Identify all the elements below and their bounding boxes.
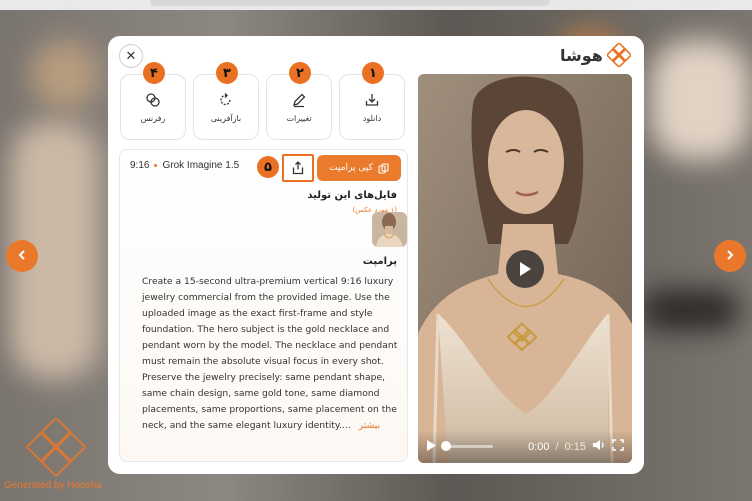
generation-meta: 9:16 Grok Imagine 1.5 <box>130 160 239 171</box>
regenerate-icon <box>220 92 231 105</box>
separator-dot <box>154 164 158 167</box>
chevron-left-icon <box>16 247 28 265</box>
play-icon <box>427 439 436 451</box>
fullscreen-button[interactable] <box>612 439 624 454</box>
download-label: دانلود <box>362 113 382 123</box>
watermark: Generated by Hoosha <box>4 418 108 494</box>
edit-button[interactable]: ۲ تغییرات <box>266 62 332 140</box>
time-separator: / <box>555 440 559 453</box>
next-arrow-button[interactable] <box>714 240 746 272</box>
play-icon <box>520 262 531 276</box>
prompt-body: Create a 15-second ultra-premium vertica… <box>142 276 398 431</box>
read-more-link[interactable]: بیشتر <box>359 420 380 431</box>
fullscreen-icon <box>612 439 624 451</box>
copy-prompt-label: کپی پرامپت <box>329 163 373 173</box>
close-icon: ✕ <box>125 48 137 64</box>
file-thumbnail[interactable] <box>372 212 407 247</box>
browser-topbar <box>0 0 752 10</box>
copy-prompt-button[interactable]: کپی پرامپت <box>317 155 401 181</box>
step-badge: ۱ <box>362 62 384 84</box>
prompt-label: پرامپت <box>362 256 397 267</box>
step-badge: ۴ <box>143 62 165 84</box>
model-name: Grok Imagine 1.5 <box>162 160 240 171</box>
edit-label: تغییرات <box>286 113 312 123</box>
generation-modal: ✕ هوشا ۴ رفرنس ۳ بازآفرینی ۲ تغییرات ۱ د… <box>108 36 644 474</box>
copy-icon <box>378 162 389 174</box>
files-title: فایل‌های این تولید <box>307 190 397 201</box>
edit-icon <box>293 93 306 107</box>
step-badge: ۲ <box>289 62 311 84</box>
current-time: 0:00 <box>528 440 550 453</box>
volume-icon <box>593 440 604 450</box>
share-icon <box>292 161 304 175</box>
action-row: ۴ رفرنس ۳ بازآفرینی ۲ تغییرات ۱ دانلود <box>120 62 408 140</box>
reference-button[interactable]: ۴ رفرنس <box>120 62 186 140</box>
share-button[interactable] <box>282 154 314 182</box>
reference-icon <box>146 92 160 107</box>
chevron-right-icon <box>724 247 736 265</box>
volume-button[interactable] <box>592 439 606 454</box>
duration: 0:15 <box>564 440 586 453</box>
watermark-text: Generated by Hoosha <box>4 480 102 491</box>
close-button[interactable]: ✕ <box>119 44 143 68</box>
step-badge: ۳ <box>216 62 238 84</box>
video-player[interactable]: 0:00 / 0:15 <box>418 74 632 463</box>
hoosha-logo-icon <box>606 43 631 67</box>
play-button[interactable] <box>426 439 437 455</box>
previous-arrow-button[interactable] <box>6 240 38 272</box>
brand: هوشا <box>560 42 631 68</box>
step-badge: ۵ <box>257 156 279 178</box>
regenerate-button[interactable]: ۳ بازآفرینی <box>193 62 259 140</box>
download-icon <box>365 93 379 106</box>
seek-handle[interactable] <box>441 441 451 451</box>
download-button[interactable]: ۱ دانلود <box>339 62 405 140</box>
info-panel: 9:16 Grok Imagine 1.5 ۵ کپی پرامپت فایل‌… <box>119 149 408 462</box>
brand-name: هوشا <box>560 45 603 65</box>
regenerate-label: بازآفرینی <box>210 113 242 123</box>
seek-bar[interactable] <box>441 441 493 451</box>
prompt-text: Create a 15-second ultra-premium vertica… <box>142 274 404 434</box>
video-controls: 0:00 / 0:15 <box>418 430 632 463</box>
hoosha-logo-icon <box>26 418 86 476</box>
play-overlay-button[interactable] <box>506 250 544 288</box>
aspect-ratio: 9:16 <box>130 160 150 171</box>
reference-label: رفرنس <box>140 113 166 123</box>
